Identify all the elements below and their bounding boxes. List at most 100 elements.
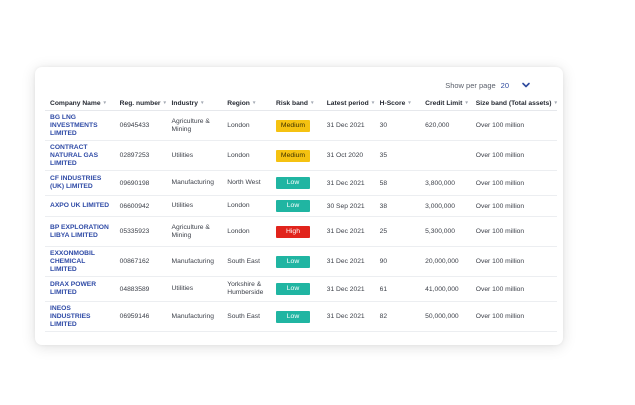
table-row[interactable]: BG LNG INVESTMENTS LIMITED 06945433 Agricu…	[45, 110, 557, 141]
region-cell: Yorkshire & Humberside	[222, 276, 272, 302]
size-band-cell: Over 100 million	[470, 140, 557, 171]
risk-band-cell: Medium	[271, 140, 322, 171]
per-page-value[interactable]: 20	[501, 81, 509, 90]
reg-number: 06600942	[114, 195, 167, 217]
sort-arrows-icon[interactable]: ▾	[465, 100, 468, 106]
risk-band-badge: Low	[276, 283, 311, 295]
table-row[interactable]: CONTRACT NATURAL GAS LIMITED 02897253 Util…	[45, 140, 557, 171]
region-cell: London	[222, 110, 272, 141]
company-name-link[interactable]: CF INDUSTRIES (UK) LIMITED	[45, 170, 115, 196]
company-name-link[interactable]: EXXONMOBIL CHEMICAL LIMITED	[45, 246, 115, 277]
table-row[interactable]: BP EXPLORATION LIBYA LIMITED 05335923 Agri…	[45, 216, 557, 247]
risk-band-badge: High	[276, 225, 311, 238]
size-band-cell: Over 100 million	[470, 195, 557, 217]
size-band-cell: Over 100 million	[470, 216, 557, 247]
industry-cell: Utilities	[166, 140, 223, 171]
risk-band-cell: Low	[271, 276, 322, 302]
h-score-cell: 58	[374, 170, 421, 196]
sort-arrows-icon[interactable]: ▾	[408, 100, 411, 106]
industry-cell: Agriculture & Mining	[166, 216, 223, 247]
sort-arrows-icon[interactable]: ▾	[164, 100, 167, 106]
h-score-cell: 35	[374, 140, 421, 171]
region-cell: London	[222, 140, 272, 171]
risk-band-badge: Low	[276, 310, 311, 323]
latest-period-cell: 31 Dec 2021	[321, 276, 375, 302]
col-header-period[interactable]: Latest period ▾	[321, 96, 375, 111]
reg-number: 05335923	[114, 216, 167, 247]
col-header-company[interactable]: Company Name ▾	[45, 96, 115, 111]
industry-cell: Manufacturing	[166, 301, 223, 332]
region-cell: North West	[222, 170, 272, 196]
risk-band-cell: Low	[271, 195, 322, 217]
companies-table: Company Name ▾ Reg. number ▾ Industry ▾ Reg…	[45, 96, 557, 332]
credit-limit-cell: 5,300,000	[420, 216, 471, 247]
sort-arrows-icon[interactable]: ▾	[253, 100, 256, 106]
latest-period-cell: 31 Dec 2021	[321, 110, 375, 141]
size-band-cell: Over 100 million	[470, 246, 557, 277]
credit-limit-cell: 50,000,000	[420, 301, 471, 332]
industry-cell: Utilities	[166, 195, 223, 217]
sort-arrows-icon[interactable]: ▾	[554, 100, 557, 106]
risk-band-badge: Medium	[276, 119, 311, 132]
col-header-size[interactable]: Size band (Total assets) ▾	[470, 96, 557, 111]
risk-band-cell: Low	[271, 246, 322, 277]
chevron-down-icon[interactable]	[521, 80, 531, 90]
company-name-link[interactable]: BG LNG INVESTMENTS LIMITED	[45, 110, 115, 141]
company-name-link[interactable]: AXPO UK LIMITED	[45, 195, 115, 217]
credit-limit-cell	[420, 140, 471, 171]
col-header-reg[interactable]: Reg. number ▾	[114, 96, 167, 111]
col-header-credit[interactable]: Credit Limit ▾	[420, 96, 471, 111]
h-score-cell: 82	[374, 301, 421, 332]
sort-arrows-icon[interactable]: ▾	[372, 100, 375, 106]
latest-period-cell: 31 Dec 2021	[321, 170, 375, 196]
per-page-control[interactable]: Show per page 20	[445, 80, 531, 90]
latest-period-cell: 31 Dec 2021	[321, 301, 375, 332]
reg-number: 04883589	[114, 276, 167, 302]
col-header-industry[interactable]: Industry ▾	[166, 96, 223, 111]
size-band-cell: Over 100 million	[470, 170, 557, 196]
reg-number: 09690198	[114, 170, 167, 196]
reg-number: 00867162	[114, 246, 167, 277]
latest-period-cell: 31 Oct 2020	[321, 140, 375, 171]
table-row[interactable]: AXPO UK LIMITED 06600942 Utilities London Lo…	[45, 195, 557, 217]
table-row[interactable]: CF INDUSTRIES (UK) LIMITED 09690198 Manufa…	[45, 170, 557, 196]
credit-limit-cell: 3,000,000	[420, 195, 471, 217]
col-header-region[interactable]: Region ▾	[222, 96, 272, 111]
company-name-link[interactable]: DRAX POWER LIMITED	[45, 276, 115, 302]
industry-cell: Agriculture & Mining	[166, 110, 223, 141]
industry-cell: Utilities	[166, 276, 223, 302]
h-score-cell: 30	[374, 110, 421, 141]
table-row[interactable]: EXXONMOBIL CHEMICAL LIMITED 00867162 Manuf…	[45, 246, 557, 277]
h-score-cell: 90	[374, 246, 421, 277]
reg-number: 06945433	[114, 110, 167, 141]
h-score-cell: 61	[374, 276, 421, 302]
industry-cell: Manufacturing	[166, 170, 223, 196]
col-header-hscore[interactable]: H-Score ▾	[374, 96, 421, 111]
table-row[interactable]: INEOS INDUSTRIES LIMITED 06959146 Manufact…	[45, 301, 557, 332]
company-name-link[interactable]: INEOS INDUSTRIES LIMITED	[45, 301, 115, 332]
sort-arrows-icon[interactable]: ▾	[104, 100, 107, 106]
h-score-cell: 25	[374, 216, 421, 247]
company-name-link[interactable]: BP EXPLORATION LIBYA LIMITED	[45, 216, 115, 247]
reg-number: 06959146	[114, 301, 167, 332]
risk-band-badge: Medium	[276, 149, 311, 162]
company-table-card: Show per page 20 Company Name ▾ Reg. numb…	[35, 67, 563, 345]
risk-band-cell: Low	[271, 170, 322, 196]
sort-arrows-icon[interactable]: ▾	[201, 100, 204, 106]
table-body: BG LNG INVESTMENTS LIMITED 06945433 Agricu…	[45, 110, 557, 332]
col-header-risk[interactable]: Risk band ▾	[271, 96, 322, 111]
industry-cell: Manufacturing	[166, 246, 223, 277]
sort-arrows-icon[interactable]: ▾	[311, 100, 314, 106]
size-band-cell: Over 100 million	[470, 301, 557, 332]
region-cell: South East	[222, 301, 272, 332]
size-band-cell: Over 100 million	[470, 110, 557, 141]
region-cell: London	[222, 216, 272, 247]
credit-limit-cell: 620,000	[420, 110, 471, 141]
table-row[interactable]: DRAX POWER LIMITED 04883589 Utilities Yorks…	[45, 276, 557, 302]
table-header-row: Company Name ▾ Reg. number ▾ Industry ▾ Reg…	[45, 96, 557, 111]
h-score-cell: 38	[374, 195, 421, 217]
reg-number: 02897253	[114, 140, 167, 171]
company-name-link[interactable]: CONTRACT NATURAL GAS LIMITED	[45, 140, 115, 171]
per-page-label: Show per page	[445, 80, 496, 90]
credit-limit-cell: 20,000,000	[420, 246, 471, 277]
